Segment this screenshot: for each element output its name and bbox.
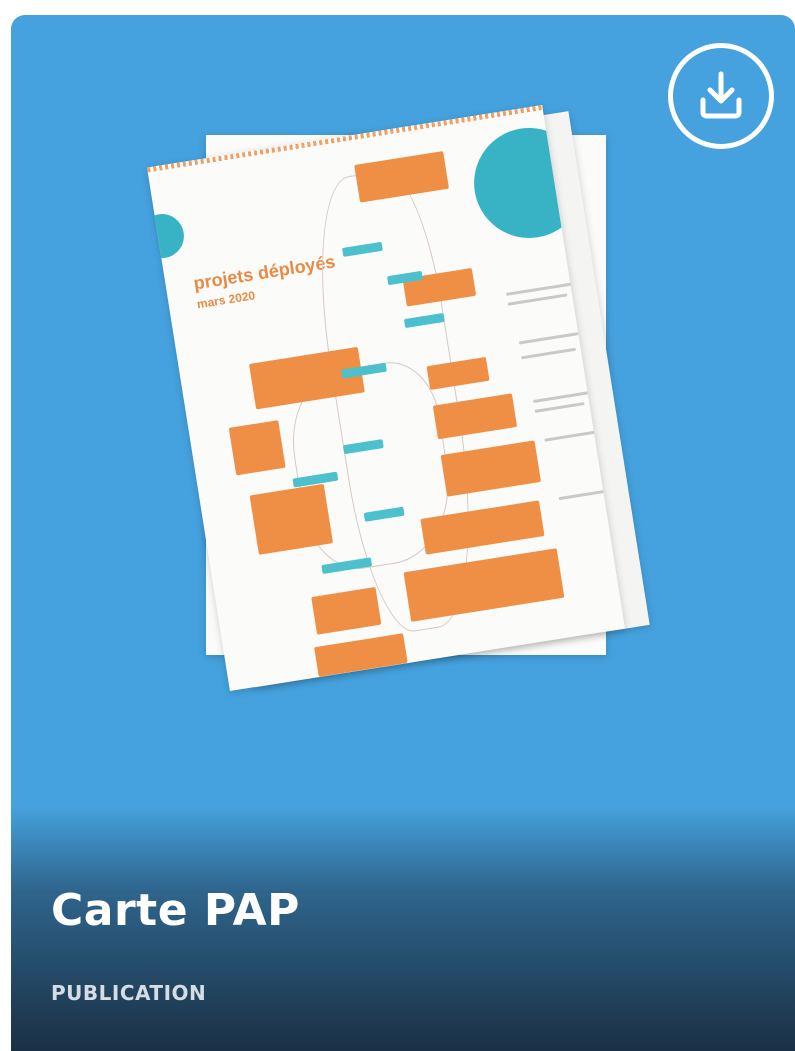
download-button[interactable] [668,43,774,149]
document-front-page: projets déployés mars 2020 [147,104,625,692]
map-callout [228,420,286,476]
text-line [518,332,579,345]
text-line [533,390,593,403]
text-line [534,402,585,413]
card-type-label: PUBLICATION [51,981,207,1005]
document-title: projets déployés [192,251,337,294]
text-line [507,293,568,306]
map-callout [249,483,334,555]
card-title: Carte PAP [51,885,300,936]
download-icon [700,71,742,119]
text-line [544,430,600,442]
publication-card[interactable]: projets déployés mars 2020 Carte PAP PUB… [11,15,795,1051]
text-line [521,347,576,360]
logo-dot [147,210,188,262]
map-callout [354,151,450,203]
map-callout [311,586,382,635]
thumbnail-image: projets déployés mars 2020 [11,15,795,775]
